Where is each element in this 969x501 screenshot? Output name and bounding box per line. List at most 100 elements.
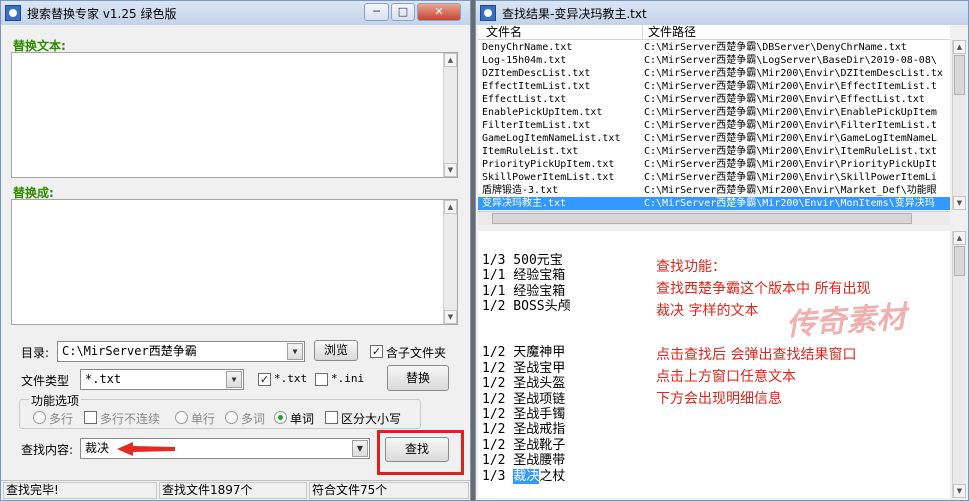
annotation-line: 查找功能： xyxy=(656,259,726,275)
annotation-line: 查找西楚争霸这个版本中 所有出现 xyxy=(656,281,871,297)
ext-txt-checkbox[interactable]: ✓ xyxy=(258,373,271,386)
row-filepath: C:\MirServer西楚争霸\Mir200\Envir\DZItemDesc… xyxy=(644,68,943,79)
option-label-0: 多行 xyxy=(49,412,74,426)
detail-line: 1/2 圣战靴子 xyxy=(482,437,566,453)
minimize-button[interactable]: ─ xyxy=(364,3,389,21)
annotation-line: 点击上方窗口任意文本 xyxy=(656,369,796,385)
row-filepath: C:\MirServer西楚争霸\Mir200\Envir\PriorityPi… xyxy=(644,159,937,170)
watermark-logo: 传奇素材 xyxy=(785,299,908,344)
option-radio-4[interactable] xyxy=(274,411,287,424)
chevron-down-icon[interactable]: ▼ xyxy=(287,343,303,360)
detail-line: 1/2 圣战宝甲 xyxy=(482,360,566,376)
row-filepath: C:\MirServer西楚争霸\Mir200\Envir\Market_Def… xyxy=(644,185,937,196)
results-list-scrollbar[interactable]: ▲ ▼ xyxy=(952,40,966,210)
option-label-1: 多行不连续 xyxy=(100,412,161,426)
maximize-button[interactable]: □ xyxy=(391,3,415,21)
chevron-down-icon[interactable]: ▼ xyxy=(226,371,242,388)
options-title: 功能选项 xyxy=(29,392,82,409)
detail-line: 1/3 500元宝 xyxy=(482,253,563,268)
table-row[interactable]: PriorityPickUpItem.txt C:\MirServer西楚争霸\M… xyxy=(478,158,950,171)
table-row[interactable]: SkillPowerItemList.txt C:\MirServer西楚争霸\M… xyxy=(478,171,950,184)
dir-combo[interactable]: C:\MirServer西楚争霸 ▼ xyxy=(57,341,305,362)
search-highlight: 裁决 xyxy=(513,468,540,484)
table-row[interactable]: EffectItemList.txt C:\MirServer西楚争霸\Mir20… xyxy=(478,80,950,93)
row-filename: DZItemDescList.txt xyxy=(482,68,591,79)
row-filename: GameLogItemNameList.txt xyxy=(482,133,621,144)
table-row[interactable]: EnablePickUpItem.txt C:\MirServer西楚争霸\Mir… xyxy=(478,106,950,119)
filetype-combo[interactable]: *.txt ▼ xyxy=(80,369,244,390)
status-message: 查找完毕! xyxy=(3,482,157,499)
replace-with-area[interactable]: ▲ ▼ xyxy=(11,199,458,325)
option-radio-0[interactable] xyxy=(33,411,46,424)
results-window: 查找结果-变异决玛教主.txt 文件名 文件路径 DenyChrName.txt… xyxy=(475,0,969,501)
replace-text-area[interactable]: ▲ ▼ xyxy=(11,52,458,178)
include-subdirs-label: 含子文件夹 xyxy=(386,346,447,360)
annotation-line: 下方会出现明细信息 xyxy=(656,391,782,407)
search-replace-window: 搜索替换专家 v1.25 绿色版 ─ □ ✕ 替换文本: ▲ ▼ 替换成: ▲ ▼ … xyxy=(0,0,471,501)
row-filepath: C:\MirServer西楚争霸\Mir200\Envir\SkillPower… xyxy=(644,172,937,183)
row-filename: PriorityPickUpItem.txt xyxy=(482,159,615,170)
status-bar: 查找完毕! 查找文件1897个 符合文件75个 xyxy=(1,480,470,500)
detail-line: 1/2 圣战腰带 xyxy=(482,453,566,469)
col-filename-header[interactable]: 文件名 xyxy=(486,25,522,40)
row-filepath: C:\MirServer西楚争霸\Mir200\Envir\EnablePick… xyxy=(644,107,937,118)
dir-value: C:\MirServer西楚争霸 xyxy=(62,344,197,358)
results-hscroll[interactable] xyxy=(478,211,950,225)
browse-button[interactable]: 浏览 xyxy=(314,340,358,361)
replace-button[interactable]: 替换 xyxy=(387,365,449,391)
col-filepath-header[interactable]: 文件路径 xyxy=(648,25,696,40)
table-row[interactable]: 盾牌锻造-3.txt C:\MirServer西楚争霸\Mir200\Envir\… xyxy=(478,184,950,197)
status-match-count: 符合文件75个 xyxy=(309,482,469,499)
status-searched-count: 查找文件1897个 xyxy=(159,482,307,499)
row-filename: EffectItemList.txt xyxy=(482,81,591,92)
find-button[interactable]: 查找 xyxy=(385,437,449,462)
row-filename: EffectList.txt xyxy=(482,94,567,105)
option-checkbox-1[interactable] xyxy=(84,411,97,424)
row-filename: Log-15h04m.txt xyxy=(482,55,567,66)
ext-txt-label: *.txt xyxy=(274,372,308,385)
replace-text-scrollbar[interactable]: ▲ ▼ xyxy=(443,53,457,177)
app-icon xyxy=(5,5,21,21)
detail-scrollbar[interactable]: ▲ ▼ xyxy=(952,231,966,498)
table-row[interactable]: ItemRuleList.txt C:\MirServer西楚争霸\Mir200\… xyxy=(478,145,950,158)
replace-with-scrollbar[interactable]: ▲ ▼ xyxy=(443,200,457,324)
ext-ini-label: *.ini xyxy=(331,372,365,385)
row-filename: ItemRuleList.txt xyxy=(482,146,579,157)
table-row[interactable]: GameLogItemNameList.txt C:\MirServer西楚争霸\… xyxy=(478,132,950,145)
option-radio-3[interactable] xyxy=(225,411,238,424)
detail-line: 1/2 圣战头盔 xyxy=(482,376,566,392)
table-row[interactable]: FilterItemList.txt C:\MirServer西楚争霸\Mir20… xyxy=(478,119,950,132)
row-filepath: C:\MirServer西楚争霸\Mir200\Envir\EffectList… xyxy=(644,94,925,105)
row-filepath: C:\MirServer西楚争霸\DBServer\DenyChrName.tx… xyxy=(644,42,907,53)
chevron-down-icon[interactable]: ▼ xyxy=(352,440,368,457)
detail-line: 1/1 经验宝箱 xyxy=(482,268,566,284)
row-filename: EnablePickUpItem.txt xyxy=(482,107,603,118)
search-value: 裁决 xyxy=(85,441,110,455)
row-filepath: C:\MirServer西楚争霸\Mir200\Envir\ItemRuleLi… xyxy=(644,146,937,157)
results-window-title: 查找结果-变异决玛教主.txt xyxy=(502,6,647,21)
table-row[interactable]: EffectList.txt C:\MirServer西楚争霸\Mir200\En… xyxy=(478,93,950,106)
right-title-bar[interactable]: 查找结果-变异决玛教主.txt xyxy=(476,1,968,25)
option-label-3: 多词 xyxy=(241,412,266,426)
table-row[interactable]: DenyChrName.txt C:\MirServer西楚争霸\DBServer… xyxy=(478,41,950,54)
window-title: 搜索替换专家 v1.25 绿色版 xyxy=(27,6,177,21)
ext-ini-checkbox[interactable] xyxy=(315,373,328,386)
detail-line: 1/2 圣战手镯 xyxy=(482,407,566,422)
annotation-line: 裁决 字样的文本 xyxy=(656,303,759,319)
close-button[interactable]: ✕ xyxy=(417,3,461,21)
table-row[interactable]: DZItemDescList.txt C:\MirServer西楚争霸\Mir20… xyxy=(478,67,950,80)
detail-line: 1/2 天魔神甲 xyxy=(482,345,566,361)
annotation-line: 点击查找后 会弹出查找结果窗口 xyxy=(656,347,857,363)
option-label-5: 区分大小写 xyxy=(341,412,402,426)
detail-line: 1/2 圣战戒指 xyxy=(482,422,566,438)
arrow-annotation-icon xyxy=(117,442,175,456)
results-header: 文件名 文件路径 xyxy=(478,25,950,40)
filetype-value: *.txt xyxy=(85,372,122,386)
row-filepath: C:\MirServer西楚争霸\Mir200\Envir\FilterItem… xyxy=(644,120,937,131)
table-row[interactable]: Log-15h04m.txt C:\MirServer西楚争霸\LogServer… xyxy=(478,54,950,67)
option-checkbox-5[interactable] xyxy=(325,411,338,424)
table-row[interactable]: 变异决玛教主.txt C:\MirServer西楚争霸\Mir200\Envir\… xyxy=(478,197,950,210)
include-subdirs-checkbox[interactable]: ✓ xyxy=(370,345,383,358)
option-label-4: 单词 xyxy=(290,412,315,426)
option-radio-2[interactable] xyxy=(175,411,188,424)
